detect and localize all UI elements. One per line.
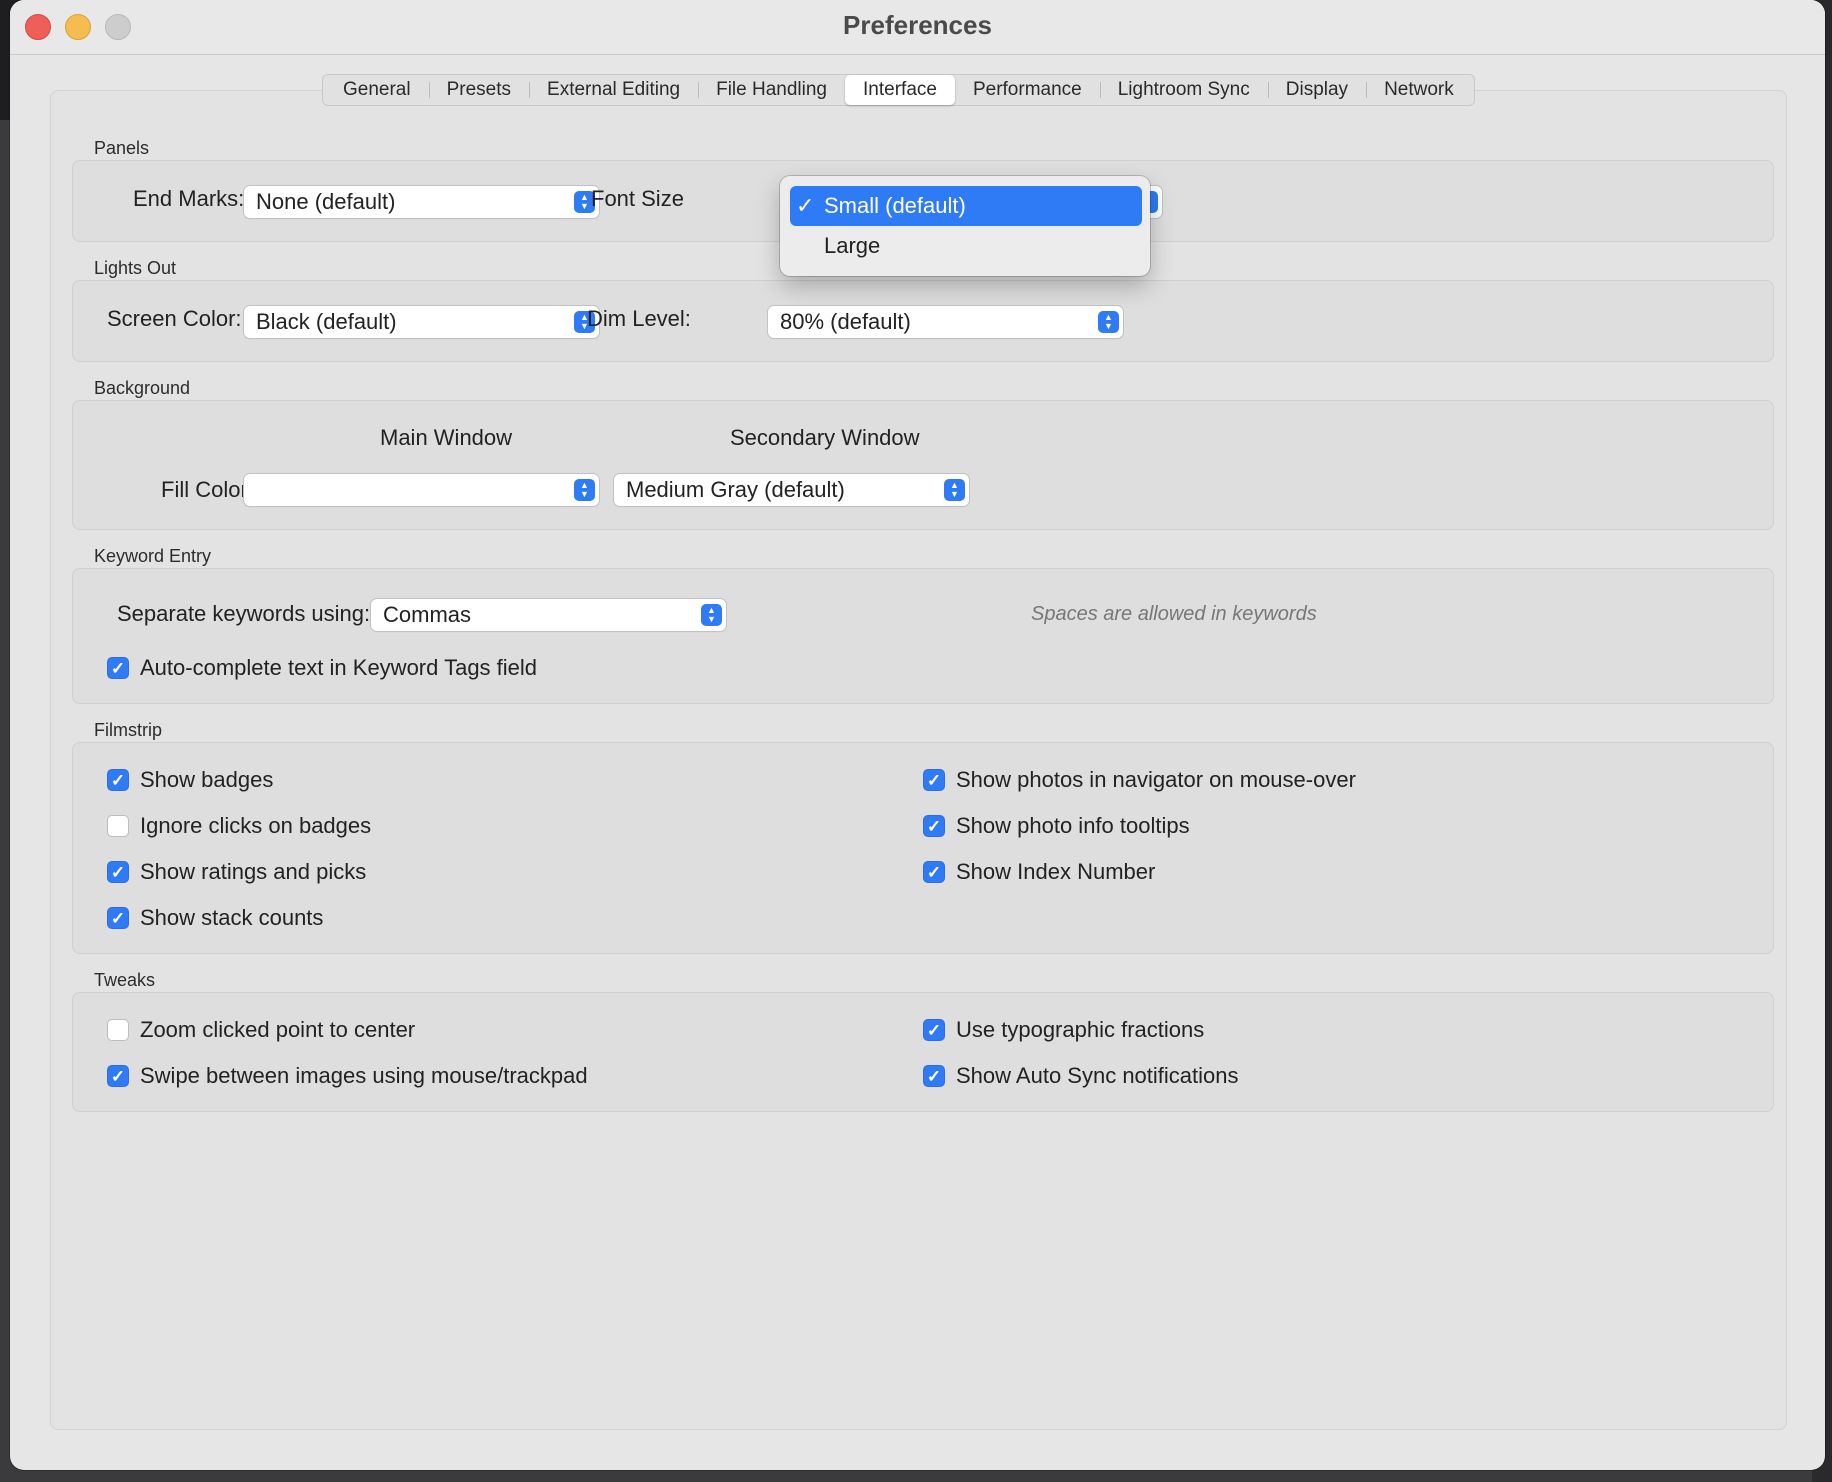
separate-keywords-select[interactable]: Commas ▲ ▼: [371, 599, 726, 631]
ignore-clicks-on-badges-label: Ignore clicks on badges: [140, 813, 372, 838]
keyword-entry-group: Separate keywords using: Commas ▲ ▼ Space…: [72, 568, 1774, 704]
end-marks-label: End Marks:: [133, 186, 245, 211]
panels-section-label: Panels: [94, 138, 150, 158]
main-window-label: Main Window: [380, 425, 513, 450]
chevron-updown-icon: ▲ ▼: [944, 479, 965, 501]
checkbox-unchecked-icon: [107, 1019, 129, 1041]
end-marks-value: None (default): [256, 189, 396, 214]
tab-external-editing[interactable]: External Editing: [529, 75, 698, 105]
tab-bar: General Presets External Editing File Ha…: [322, 74, 1475, 106]
checkbox-checked-icon: ✓: [923, 815, 945, 837]
show-badges-checkbox[interactable]: ✓ Show badges: [107, 767, 273, 793]
show-photo-info-tooltips-checkbox[interactable]: ✓ Show photo info tooltips: [923, 813, 1190, 839]
chevron-updown-icon: ▲ ▼: [574, 479, 595, 501]
tab-network[interactable]: Network: [1366, 75, 1472, 105]
lights-out-section-label: Lights Out: [94, 258, 177, 278]
show-ratings-and-picks-checkbox[interactable]: ✓ Show ratings and picks: [107, 859, 366, 885]
filmstrip-group: ✓ Show badges Ignore clicks on badges ✓ …: [72, 742, 1774, 954]
font-size-popup-menu: ✓ Small (default) Large: [780, 176, 1150, 276]
checkbox-checked-icon: ✓: [923, 1065, 945, 1087]
tab-lightroom-sync[interactable]: Lightroom Sync: [1099, 75, 1268, 105]
zoom-clicked-point-checkbox[interactable]: Zoom clicked point to center: [107, 1017, 415, 1043]
checkbox-unchecked-icon: [107, 815, 129, 837]
dim-level-label: Dim Level:: [587, 306, 691, 331]
main-fill-color-select[interactable]: ▲ ▼: [244, 474, 599, 506]
swipe-between-images-label: Swipe between images using mouse/trackpa…: [140, 1063, 588, 1088]
screen-color-label: Screen Color:: [107, 306, 242, 331]
use-typographic-fractions-checkbox[interactable]: ✓ Use typographic fractions: [923, 1017, 1204, 1043]
tweaks-section-label: Tweaks: [94, 970, 156, 990]
dim-level-select[interactable]: 80% (default) ▲ ▼: [768, 306, 1123, 338]
checkbox-checked-icon: ✓: [107, 769, 129, 791]
preferences-window: Preferences General Presets External Edi…: [10, 0, 1825, 1470]
screen-color-value: Black (default): [256, 309, 397, 334]
filmstrip-section-label: Filmstrip: [94, 720, 162, 740]
secondary-window-label: Secondary Window: [730, 425, 920, 450]
use-typographic-fractions-label: Use typographic fractions: [956, 1017, 1205, 1042]
font-size-option-small[interactable]: ✓ Small (default): [790, 186, 1142, 226]
tab-display[interactable]: Display: [1267, 75, 1366, 105]
keyword-hint-text: Spaces are allowed in keywords: [1031, 603, 1317, 625]
chevron-updown-icon: ▲ ▼: [701, 604, 722, 626]
autocomplete-keyword-checkbox[interactable]: ✓ Auto-complete text in Keyword Tags fie…: [107, 655, 537, 681]
show-index-number-label: Show Index Number: [956, 859, 1156, 884]
chevron-updown-icon: ▲ ▼: [1098, 311, 1119, 333]
tab-presets[interactable]: Presets: [428, 75, 529, 105]
background-group: Main Window Secondary Window Fill Color:…: [72, 400, 1774, 530]
autocomplete-keyword-label: Auto-complete text in Keyword Tags field: [140, 655, 538, 680]
title-bar: Preferences: [10, 0, 1825, 55]
fill-color-label: Fill Color:: [161, 477, 254, 502]
secondary-fill-color-value: Medium Gray (default): [626, 477, 845, 502]
checkbox-checked-icon: ✓: [107, 861, 129, 883]
keyword-entry-section-label: Keyword Entry: [94, 546, 212, 566]
checkbox-checked-icon: ✓: [107, 907, 129, 929]
show-stack-counts-checkbox[interactable]: ✓ Show stack counts: [107, 905, 323, 931]
tab-file-handling[interactable]: File Handling: [698, 75, 845, 105]
tab-performance[interactable]: Performance: [955, 75, 1100, 105]
font-size-label: Font Size: [591, 186, 684, 211]
tab-interface[interactable]: Interface: [845, 75, 955, 105]
show-photos-in-navigator-checkbox[interactable]: ✓ Show photos in navigator on mouse-over: [923, 767, 1356, 793]
lights-out-group: Screen Color: Black (default) ▲ ▼ Dim Lev…: [72, 280, 1774, 362]
font-size-option-large[interactable]: Large: [790, 226, 1142, 266]
secondary-fill-color-select[interactable]: Medium Gray (default) ▲ ▼: [614, 474, 969, 506]
show-stack-counts-label: Show stack counts: [140, 905, 324, 930]
show-photo-info-tooltips-label: Show photo info tooltips: [956, 813, 1190, 838]
show-index-number-checkbox[interactable]: ✓ Show Index Number: [923, 859, 1155, 885]
background-section-label: Background: [94, 378, 191, 398]
show-auto-sync-notifications-checkbox[interactable]: ✓ Show Auto Sync notifications: [923, 1063, 1239, 1089]
font-size-option-small-label: Small (default): [824, 193, 966, 218]
show-photos-in-navigator-label: Show photos in navigator on mouse-over: [956, 767, 1356, 792]
checkmark-icon: ✓: [796, 193, 815, 218]
checkbox-checked-icon: ✓: [107, 1065, 129, 1087]
show-auto-sync-notifications-label: Show Auto Sync notifications: [956, 1063, 1239, 1088]
separate-keywords-label: Separate keywords using:: [117, 601, 371, 626]
zoom-clicked-point-label: Zoom clicked point to center: [140, 1017, 416, 1042]
tweaks-group: Zoom clicked point to center ✓ Swipe bet…: [72, 992, 1774, 1112]
show-badges-label: Show badges: [140, 767, 274, 792]
ignore-clicks-on-badges-checkbox[interactable]: Ignore clicks on badges: [107, 813, 371, 839]
window-title: Preferences: [843, 10, 992, 40]
end-marks-select[interactable]: None (default) ▲ ▼: [244, 186, 599, 218]
screen-color-select[interactable]: Black (default) ▲ ▼: [244, 306, 599, 338]
checkbox-checked-icon: ✓: [923, 1019, 945, 1041]
checkbox-checked-icon: ✓: [107, 657, 129, 679]
separate-keywords-value: Commas: [383, 602, 472, 627]
font-size-option-large-label: Large: [824, 233, 881, 258]
swipe-between-images-checkbox[interactable]: ✓ Swipe between images using mouse/track…: [107, 1063, 588, 1089]
show-ratings-and-picks-label: Show ratings and picks: [140, 859, 367, 884]
dim-level-value: 80% (default): [780, 309, 911, 334]
checkbox-checked-icon: ✓: [923, 769, 945, 791]
tab-general[interactable]: General: [325, 75, 429, 105]
checkbox-checked-icon: ✓: [923, 861, 945, 883]
